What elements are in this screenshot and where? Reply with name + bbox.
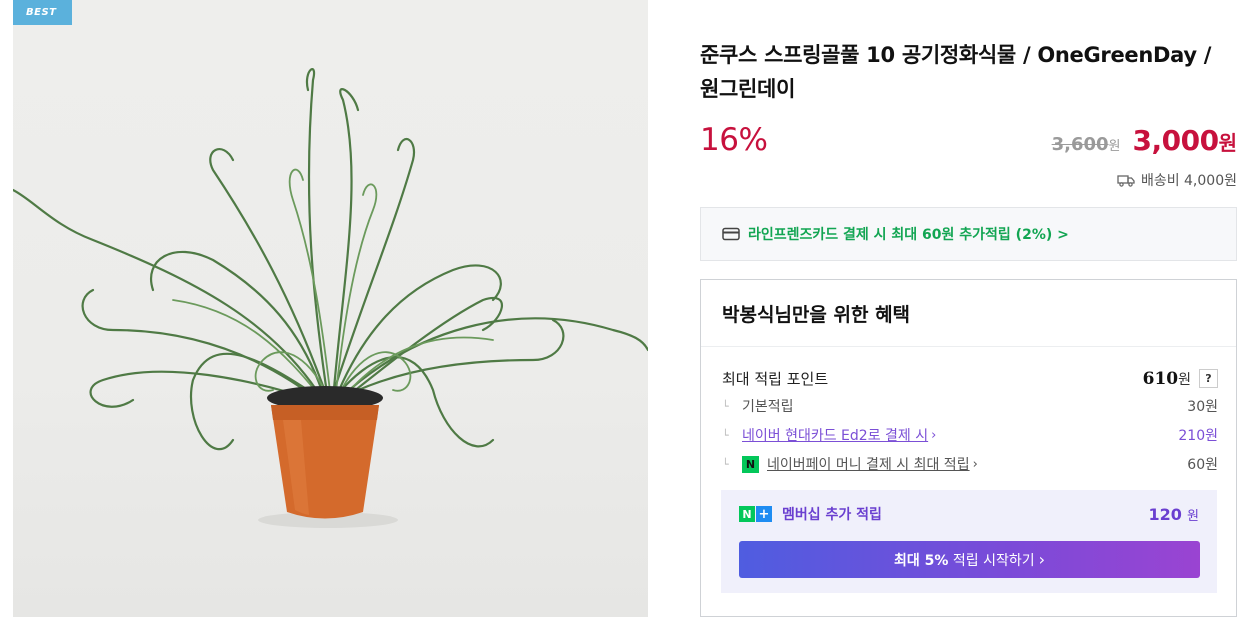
- price-row: 3,600 원 3,000 원: [1052, 124, 1237, 157]
- benefit-title: 박봉식님만을 위한 혜택: [722, 304, 911, 326]
- list-item: └ 네이버 현대카드 Ed2로 결제 시 › 210원: [722, 425, 1218, 445]
- help-button[interactable]: ?: [1199, 369, 1218, 388]
- credit-card-icon: [722, 227, 740, 241]
- product-image[interactable]: BEST: [13, 0, 648, 617]
- max-points-row: 최대 적립 포인트 610 원 ?: [722, 368, 1218, 389]
- hyundai-card-value: 210원: [1178, 428, 1218, 444]
- membership-box: N + 멤버십 추가 적립 120 원 최대 5% 적립 시작하기 ›: [721, 490, 1217, 593]
- membership-value: 120: [1148, 504, 1182, 524]
- discount-rate: 16%: [700, 122, 768, 158]
- benefit-panel: 박봉식님만을 위한 혜택 최대 적립 포인트 610 원 ? └ 기본적립 30…: [700, 279, 1237, 617]
- start-membership-button[interactable]: 최대 5% 적립 시작하기 ›: [739, 541, 1200, 578]
- chevron-right-icon: ›: [1038, 550, 1045, 569]
- max-points-value: 610: [1142, 368, 1179, 389]
- shipping-text: 배송비 4,000원: [1140, 173, 1237, 189]
- basic-points-label: 기본적립: [742, 399, 794, 415]
- card-promo-banner[interactable]: 라인프렌즈카드 결제 시 최대 60원 추가적립 (2%) >: [700, 207, 1237, 261]
- tree-connector-icon: └: [722, 399, 729, 413]
- membership-label: 멤버십 추가 적립: [782, 507, 882, 523]
- naverpay-money-link[interactable]: 네이버페이 머니 결제 시 최대 적립: [767, 454, 970, 474]
- list-item: └ N 네이버페이 머니 결제 시 최대 적립 › 60원: [722, 454, 1218, 474]
- basic-points-value: 30원: [1187, 399, 1218, 415]
- original-price: 3,600: [1051, 134, 1109, 155]
- chevron-right-icon: ›: [972, 456, 978, 472]
- membership-row: N + 멤버십 추가 적립 120 원: [739, 504, 1199, 524]
- divider: [701, 346, 1236, 347]
- best-badge: BEST: [13, 0, 72, 25]
- naver-plus-icon: N +: [739, 506, 772, 522]
- tree-connector-icon: └: [722, 428, 729, 442]
- sale-price-unit: 원: [1218, 131, 1237, 155]
- list-item: └ 기본적립 30원: [722, 396, 1218, 416]
- sale-price: 3,000: [1132, 124, 1220, 157]
- product-title: 준쿠스 스프링골풀 10 공기정화식물 / OneGreenDay / 원그린데…: [700, 43, 1212, 101]
- plant-photo: [13, 68, 648, 528]
- chevron-right-icon: ›: [931, 427, 937, 443]
- shipping-fee: 배송비 4,000원: [1117, 170, 1237, 190]
- membership-unit: 원: [1187, 508, 1199, 524]
- button-bold-text: 최대 5%: [894, 552, 949, 569]
- max-points-label: 최대 적립 포인트: [722, 370, 829, 388]
- naverpay-money-value: 60원: [1187, 457, 1218, 473]
- card-promo-text: 라인프렌즈카드 결제 시 최대 60원 추가적립 (2%) >: [748, 227, 1069, 243]
- original-price-unit: 원: [1108, 139, 1121, 154]
- button-text: 적립 시작하기: [948, 552, 1035, 569]
- tree-connector-icon: └: [722, 457, 729, 471]
- hyundai-card-link[interactable]: 네이버 현대카드 Ed2로 결제 시: [742, 425, 928, 445]
- max-points-unit: 원: [1178, 371, 1191, 388]
- truck-icon: [1117, 174, 1135, 187]
- product-page: BEST 준쿠스 스프링골풀 10 공기정화식물 / OneGreenDay /…: [0, 0, 1257, 617]
- naverpay-icon: N: [742, 455, 759, 473]
